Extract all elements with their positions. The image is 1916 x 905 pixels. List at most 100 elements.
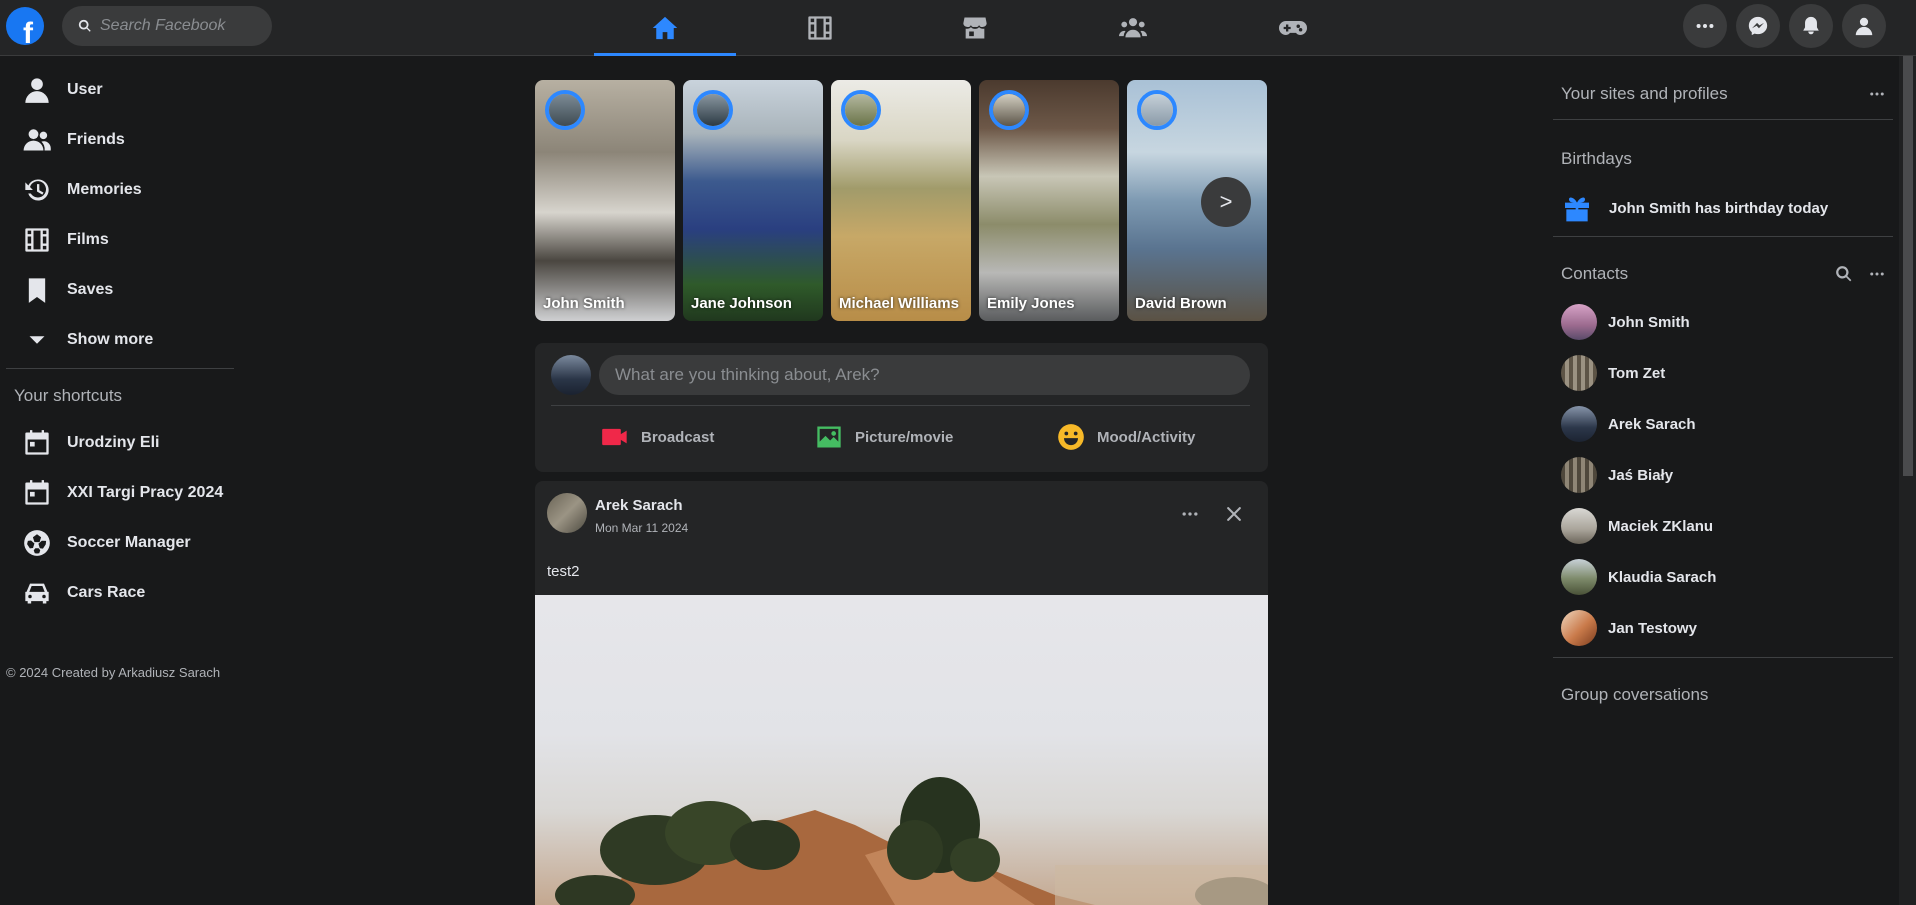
contact-item[interactable]: Tom Zet [1561, 353, 1881, 393]
sidebar-item-memories[interactable]: Memories [6, 167, 234, 213]
menu-dots-icon [1182, 512, 1198, 516]
shortcut-targi-pracy[interactable]: XXI Targi Pracy 2024 [6, 470, 234, 516]
contact-item[interactable]: Klaudia Sarach [1561, 557, 1881, 597]
birthday-item[interactable]: John Smith has birthday today [1561, 190, 1828, 226]
sidebar-divider [6, 368, 234, 369]
composer-divider [551, 405, 1250, 406]
gaming-icon [1279, 21, 1307, 35]
right-divider [1553, 657, 1893, 658]
video-camera-icon [602, 428, 627, 446]
post-date[interactable]: Mon Mar 11 2024 [595, 521, 688, 535]
right-divider [1553, 236, 1893, 237]
calendar-icon [25, 430, 49, 455]
account-button[interactable] [1842, 4, 1886, 48]
story-avatar [1137, 90, 1177, 130]
search-box[interactable] [62, 6, 272, 46]
calendar-icon [25, 480, 49, 505]
page-scrollbar[interactable] [1899, 56, 1916, 905]
shortcut-soccer-manager[interactable]: Soccer Manager [6, 520, 234, 566]
stories-next-button[interactable]: > [1201, 177, 1251, 227]
search-input[interactable] [100, 17, 260, 35]
story-avatar [841, 90, 881, 130]
facebook-logo-icon[interactable]: f [6, 7, 44, 45]
sidebar-item-saves[interactable]: Saves [6, 267, 234, 313]
contacts-search-button[interactable] [1829, 259, 1859, 289]
account-icon [1855, 17, 1873, 36]
sites-options-button[interactable] [1862, 79, 1892, 109]
post-options-button[interactable] [1175, 499, 1205, 529]
stories-row: John Smith Jane Johnson Michael Williams… [535, 80, 1268, 321]
tab-gaming[interactable] [1222, 0, 1364, 56]
home-icon [652, 16, 678, 40]
messenger-icon [1748, 16, 1768, 36]
contacts-options-button[interactable] [1862, 259, 1892, 289]
menu-dots-icon [1870, 272, 1884, 276]
mood-activity-button[interactable]: Mood/Activity [1057, 415, 1195, 459]
tab-video[interactable] [749, 0, 891, 56]
memories-icon [25, 179, 49, 201]
car-icon [25, 583, 49, 604]
tab-groups[interactable] [1062, 0, 1204, 56]
menu-dots-icon [1870, 92, 1884, 96]
top-navigation-bar: f [0, 0, 1916, 56]
shortcut-urodziny-eli[interactable]: Urodziny Eli [6, 420, 234, 466]
shortcut-label: XXI Targi Pracy 2024 [67, 484, 224, 501]
sidebar-item-show-more[interactable]: Show more [6, 317, 234, 363]
contact-item[interactable]: Jaś Biały [1561, 455, 1881, 495]
messenger-button[interactable] [1736, 4, 1780, 48]
tab-marketplace[interactable] [904, 0, 1046, 56]
story-avatar [989, 90, 1029, 130]
sidebar-item-label: Show more [67, 331, 154, 348]
sidebar-item-films[interactable]: Films [6, 217, 234, 263]
composer-input[interactable]: What are you thinking about, Arek? [599, 355, 1250, 395]
shortcut-cars-race[interactable]: Cars Race [6, 570, 234, 616]
smiley-icon [1058, 424, 1084, 450]
sidebar-item-label: User [67, 81, 103, 98]
avatar[interactable] [547, 493, 587, 533]
group-conversations-heading: Group coversations [1561, 685, 1709, 704]
post-composer: What are you thinking about, Arek? Broad… [535, 343, 1268, 472]
contact-item[interactable]: John Smith [1561, 302, 1881, 342]
story-name: Michael Williams [839, 295, 959, 312]
shortcut-label: Cars Race [67, 584, 146, 601]
broadcast-button[interactable]: Broadcast [601, 415, 714, 459]
sites-profiles-heading: Your sites and profiles [1561, 84, 1728, 103]
sidebar-item-user[interactable]: User [6, 67, 234, 113]
post-author[interactable]: Arek Sarach [595, 497, 683, 514]
avatar [1561, 406, 1597, 442]
sidebar-item-label: Friends [67, 131, 125, 148]
story-avatar [545, 90, 585, 130]
menu-button[interactable] [1683, 4, 1727, 48]
avatar [1561, 610, 1597, 646]
picture-movie-button[interactable]: Picture/movie [815, 415, 953, 459]
landscape-image [555, 777, 1268, 905]
sidebar-item-label: Saves [67, 281, 114, 298]
story-card[interactable]: Jane Johnson [683, 80, 823, 321]
gift-icon [1565, 197, 1589, 222]
story-name: Emily Jones [987, 295, 1075, 312]
story-card[interactable]: Emily Jones [979, 80, 1119, 321]
contact-item[interactable]: Arek Sarach [1561, 404, 1881, 444]
chevron-down-icon [29, 336, 45, 344]
tab-home[interactable] [594, 0, 736, 56]
bookmark-icon [28, 278, 46, 303]
notifications-button[interactable] [1789, 4, 1833, 48]
feed-post: Arek Sarach Mon Mar 11 2024 test2 [535, 481, 1268, 905]
right-divider [1553, 119, 1893, 120]
contact-item[interactable]: Maciek ZKlanu [1561, 506, 1881, 546]
sidebar-item-friends[interactable]: Friends [6, 117, 234, 163]
story-card[interactable]: Michael Williams [831, 80, 971, 321]
birthday-text: John Smith has birthday today [1609, 199, 1829, 217]
film-icon [25, 228, 49, 252]
search-icon [78, 19, 91, 32]
post-image[interactable] [535, 595, 1268, 905]
contact-item[interactable]: Jan Testowy [1561, 608, 1881, 648]
scrollbar-thumb[interactable] [1903, 56, 1913, 476]
story-card[interactable]: John Smith [535, 80, 675, 321]
birthdays-heading: Birthdays [1561, 149, 1632, 168]
search-icon [1836, 266, 1852, 282]
soccer-ball-icon [24, 530, 50, 556]
post-close-button[interactable] [1219, 499, 1249, 529]
groups-icon [1119, 18, 1147, 38]
shortcut-label: Soccer Manager [67, 534, 191, 551]
